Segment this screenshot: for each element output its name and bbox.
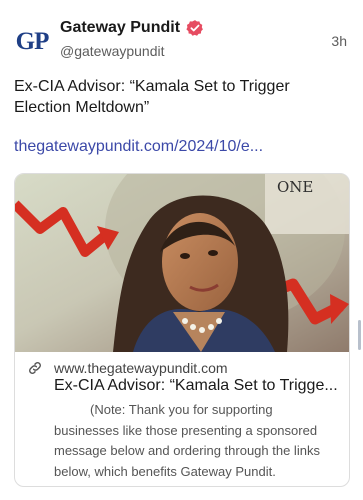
post-time[interactable]: 3h xyxy=(331,33,347,49)
preview-image: ONE xyxy=(15,174,349,352)
link-description: (Note: Thank you for supporting business… xyxy=(54,402,320,479)
svg-text:ONE: ONE xyxy=(277,178,313,196)
post-link[interactable]: thegatewaypundit.com/2024/10/e... xyxy=(14,138,344,156)
scrollbar[interactable] xyxy=(358,320,361,350)
avatar-logo-text: GP xyxy=(15,28,50,55)
post-text: Ex-CIA Advisor: “Kamala Set to Trigger E… xyxy=(14,78,290,116)
author-row: Gateway Pundit xyxy=(60,19,204,37)
verified-badge-icon xyxy=(186,20,203,36)
post-card[interactable]: GP Gateway Pundit @gatewaypundit 3h Ex-C… xyxy=(0,0,363,500)
link-preview-card[interactable]: ONE www.thegatewaypundit.com Ex-CIA Advi… xyxy=(14,173,350,487)
author-handle[interactable]: @gatewaypundit xyxy=(60,43,165,59)
link-domain: www.thegatewaypundit.com xyxy=(54,360,228,376)
author-name[interactable]: Gateway Pundit xyxy=(60,19,180,37)
link-icon xyxy=(29,362,41,374)
link-title: Ex-CIA Advisor: “Kamala Set to Trigge... xyxy=(54,377,338,394)
avatar[interactable]: GP xyxy=(14,24,50,60)
link-domain-row: www.thegatewaypundit.com xyxy=(27,360,228,376)
